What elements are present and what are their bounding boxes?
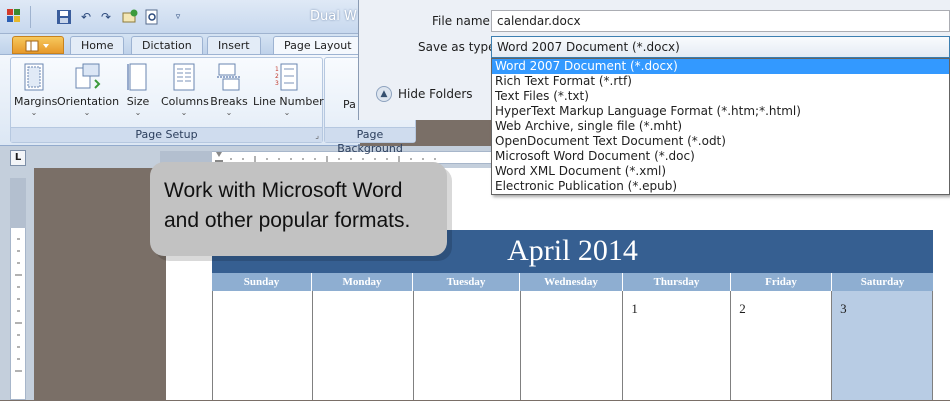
promo-callout: Work with Microsoft Word and other popul…: [150, 162, 447, 256]
file-type-option[interactable]: Web Archive, single file (*.mht): [492, 119, 949, 134]
breaks-label: Breaks: [210, 95, 248, 108]
file-type-option[interactable]: Electronic Publication (*.epub): [492, 179, 949, 194]
columns-icon: [173, 63, 195, 91]
day-header-tuesday: Tuesday: [413, 273, 520, 291]
calendar-day-headers: Sunday Monday Tuesday Wednesday Thursday…: [212, 273, 933, 291]
margins-label: Margins: [14, 95, 58, 108]
tab-page-layout[interactable]: Page Layout: [273, 36, 363, 54]
customize-icon[interactable]: ▿: [170, 9, 186, 25]
size-icon: [127, 63, 147, 91]
app-menu-icon[interactable]: [6, 8, 22, 24]
line-numbers-button[interactable]: 123 Line Numbers ⌄: [253, 60, 330, 122]
file-name-input[interactable]: calendar.docx: [491, 10, 950, 32]
calendar-cell: [313, 291, 414, 400]
day-header-sunday: Sunday: [212, 273, 312, 291]
chevron-down-icon: ⌄: [30, 108, 38, 117]
page-setup-group-label: Page Setup: [11, 127, 322, 142]
svg-text:1: 1: [275, 66, 279, 73]
tab-insert[interactable]: Insert: [207, 36, 261, 54]
orientation-button[interactable]: Orientation ⌄: [57, 60, 120, 122]
line-numbers-label: Line Numbers: [253, 95, 330, 108]
chevron-down-icon: ⌄: [180, 108, 188, 117]
title-separator: [30, 6, 31, 28]
calendar-cell: [414, 291, 521, 400]
tab-home[interactable]: Home: [70, 36, 125, 54]
calendar-cell: 2: [731, 291, 833, 400]
print-preview-icon[interactable]: [144, 9, 160, 25]
file-name-label: File name:: [432, 14, 494, 28]
save-icon[interactable]: [56, 9, 72, 25]
chevron-down-icon: ⌄: [283, 108, 291, 117]
callout-line: Work with Microsoft Word: [164, 179, 403, 202]
calendar-cell: [521, 291, 624, 400]
email-icon[interactable]: [122, 9, 138, 25]
save-as-type-label: Save as type:: [418, 40, 500, 54]
line-numbers-icon: 123: [275, 63, 298, 91]
file-type-dropdown-list: Word 2007 Document (*.docx) Rich Text Fo…: [491, 58, 950, 195]
size-button[interactable]: Size ⌄: [121, 60, 155, 122]
columns-button[interactable]: Columns ⌄: [161, 60, 209, 122]
orientation-icon: [75, 63, 101, 89]
file-type-option[interactable]: Word 2007 Document (*.docx): [492, 59, 949, 74]
day-header-saturday: Saturday: [860, 276, 905, 288]
breaks-icon: [217, 63, 241, 91]
chevron-up-icon[interactable]: ▲: [376, 86, 392, 102]
page-background-group-label: Page Background: [325, 127, 415, 155]
calendar-cell: 1: [623, 291, 732, 400]
hide-folders-button[interactable]: Hide Folders: [398, 87, 473, 101]
file-type-option[interactable]: Word XML Document (*.xml): [492, 164, 949, 179]
ruler-margin: [10, 178, 26, 228]
day-header-thursday: Thursday: [623, 273, 731, 291]
margins-button[interactable]: Margins ⌄: [14, 60, 58, 122]
page-color-button[interactable]: Pa: [343, 98, 356, 111]
file-type-option[interactable]: Rich Text Format (*.rtf): [492, 74, 949, 89]
save-as-type-select[interactable]: Word 2007 Document (*.docx): [491, 36, 950, 58]
page-setup-group: Margins ⌄ Orientation ⌄ Size ⌄ Columns ⌄…: [10, 57, 330, 143]
tab-stop-selector[interactable]: L: [10, 150, 26, 166]
day-header-wednesday: Wednesday: [520, 273, 623, 291]
calendar-cell: [213, 291, 313, 400]
file-menu-button[interactable]: [12, 36, 64, 54]
file-type-option[interactable]: Microsoft Word Document (*.doc): [492, 149, 949, 164]
file-type-option[interactable]: HyperText Markup Language Format (*.htm;…: [492, 104, 949, 119]
breaks-button[interactable]: Breaks ⌄: [209, 60, 249, 122]
redo-icon[interactable]: ↷: [98, 9, 114, 25]
margins-icon: [24, 63, 44, 91]
size-label: Size: [126, 95, 150, 108]
undo-icon[interactable]: ↶: [78, 9, 94, 25]
svg-text:2: 2: [275, 73, 279, 80]
day-header-friday: Friday: [731, 273, 832, 291]
chevron-down-icon: ⌄: [134, 108, 142, 117]
calendar-cell-saturday: 3: [832, 291, 933, 400]
calendar-grid: 1 2 3: [212, 291, 933, 400]
svg-text:3: 3: [275, 80, 279, 87]
tab-dictation[interactable]: Dictation: [131, 36, 203, 54]
file-type-option[interactable]: Text Files (*.txt): [492, 89, 949, 104]
chevron-down-icon: ⌄: [83, 108, 91, 117]
dialog-launcher-icon[interactable]: ⌟: [315, 131, 319, 140]
file-type-option[interactable]: OpenDocument Text Document (*.odt): [492, 134, 949, 149]
chevron-down-icon: ⌄: [225, 108, 233, 117]
day-header-monday: Monday: [312, 273, 413, 291]
callout-line: and other popular formats.: [164, 209, 411, 232]
columns-label: Columns: [161, 95, 209, 108]
window-title: Dual W: [310, 9, 357, 24]
orientation-label: Orientation: [57, 95, 120, 108]
